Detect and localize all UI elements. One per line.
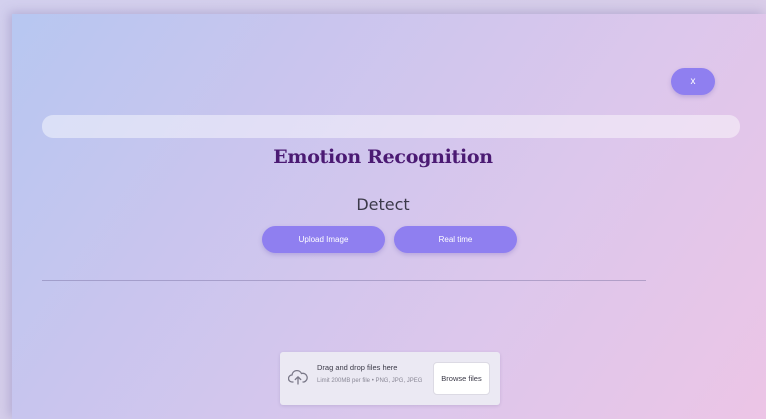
cloud-upload-icon [287, 368, 308, 386]
upload-image-button[interactable]: Upload Image [262, 226, 385, 253]
dropzone-primary-text: Drag and drop files here [317, 363, 398, 372]
close-button[interactable]: x [671, 68, 715, 95]
top-input-bar[interactable] [42, 115, 740, 138]
dropzone-limit-text: Limit 200MB per file • PNG, JPG, JPEG [317, 378, 423, 384]
page-title: Emotion Recognition [273, 146, 493, 168]
screenshot-frame: x Emotion Recognition Detect Upload Imag… [0, 0, 766, 419]
browse-files-button[interactable]: Browse files [433, 362, 490, 395]
dropzone-text: Drag and drop files here Limit 200MB per… [317, 363, 427, 386]
app-window: x Emotion Recognition Detect Upload Imag… [12, 14, 766, 419]
section-subtitle: Detect [356, 195, 410, 214]
file-dropzone[interactable]: Drag and drop files here Limit 200MB per… [280, 352, 500, 405]
divider [42, 280, 646, 281]
real-time-button[interactable]: Real time [394, 226, 517, 253]
